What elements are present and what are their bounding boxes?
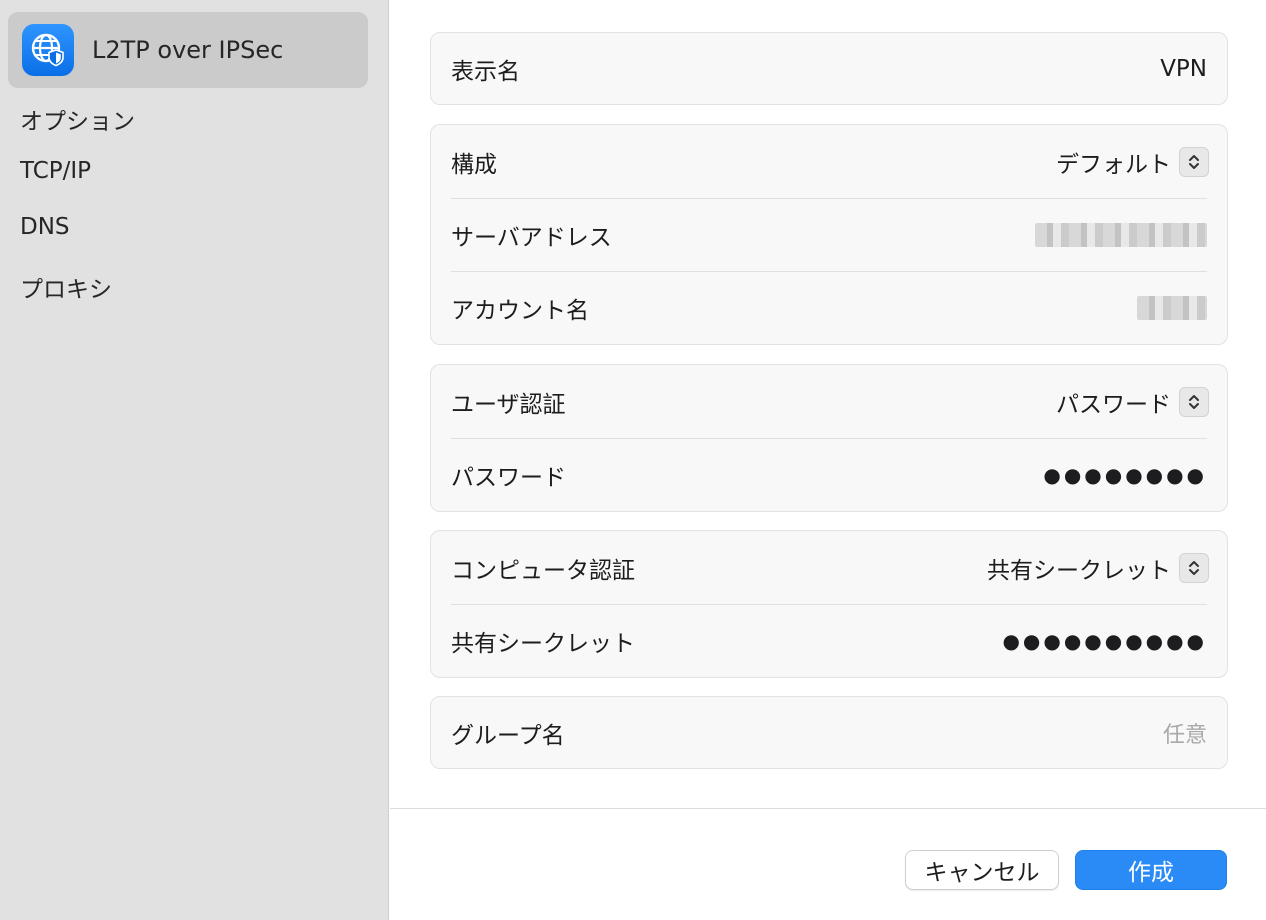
sidebar-item-proxy[interactable]: プロキシ xyxy=(20,270,112,304)
vpn-settings-form: 表示名 VPN 構成 デフォルト サーバアドレス アカウント名 ユーザ認証 パス… xyxy=(390,0,1266,920)
group-name-row: グループ名 任意 xyxy=(431,697,1227,768)
chevron-updown-icon[interactable] xyxy=(1179,552,1209,583)
shared-secret-label: 共有シークレット xyxy=(451,630,635,657)
configuration-card: 構成 デフォルト サーバアドレス アカウント名 xyxy=(430,124,1228,345)
configuration-label: 構成 xyxy=(451,151,497,178)
configuration-popup[interactable]: デフォルト xyxy=(1056,145,1209,179)
sidebar-item-tcpip[interactable]: TCP/IP xyxy=(20,158,91,184)
group-name-card: グループ名 任意 xyxy=(430,696,1228,769)
create-button[interactable]: 作成 xyxy=(1075,850,1227,890)
shared-secret-field[interactable]: ●●●●●●●●●● xyxy=(1002,629,1207,653)
machine-auth-card: コンピュータ認証 共有シークレット 共有シークレット ●●●●●●●●●● xyxy=(430,530,1228,678)
server-address-field[interactable] xyxy=(1035,222,1207,247)
password-field[interactable]: ●●●●●●●● xyxy=(1043,463,1207,487)
display-name-card: 表示名 VPN xyxy=(430,32,1228,105)
user-auth-popup[interactable]: パスワード xyxy=(1056,385,1209,419)
user-auth-label: ユーザ認証 xyxy=(451,391,566,418)
group-name-field[interactable]: 任意 xyxy=(1163,717,1207,749)
chevron-updown-icon[interactable] xyxy=(1179,146,1209,177)
cancel-button[interactable]: キャンセル xyxy=(905,850,1059,890)
sidebar-item-label: L2TP over IPSec xyxy=(92,36,284,64)
user-auth-row: ユーザ認証 パスワード xyxy=(431,365,1227,438)
account-name-field[interactable] xyxy=(1137,295,1207,320)
password-row: パスワード ●●●●●●●● xyxy=(431,438,1227,511)
account-name-label: アカウント名 xyxy=(451,297,589,324)
shared-secret-row: 共有シークレット ●●●●●●●●●● xyxy=(431,604,1227,677)
display-name-label: 表示名 xyxy=(451,58,520,85)
user-auth-value: パスワード xyxy=(1056,391,1171,418)
sidebar: L2TP over IPSec オプション TCP/IP DNS プロキシ xyxy=(0,0,389,920)
server-address-row: サーバアドレス xyxy=(431,198,1227,271)
configuration-value: デフォルト xyxy=(1056,151,1171,178)
machine-auth-row: コンピュータ認証 共有シークレット xyxy=(431,531,1227,604)
sidebar-item-options[interactable]: オプション xyxy=(20,102,135,136)
chevron-updown-icon[interactable] xyxy=(1179,386,1209,417)
group-name-label: グループ名 xyxy=(451,722,565,749)
machine-auth-value: 共有シークレット xyxy=(987,557,1171,584)
configuration-row: 構成 デフォルト xyxy=(431,125,1227,198)
display-name-field[interactable]: VPN xyxy=(1160,56,1207,82)
footer-divider xyxy=(390,808,1266,809)
sidebar-item-l2tp[interactable]: L2TP over IPSec xyxy=(8,12,368,88)
password-label: パスワード xyxy=(451,464,566,491)
sidebar-item-dns[interactable]: DNS xyxy=(20,214,70,240)
machine-auth-popup[interactable]: 共有シークレット xyxy=(987,551,1209,585)
user-auth-card: ユーザ認証 パスワード パスワード ●●●●●●●● xyxy=(430,364,1228,512)
globe-shield-icon xyxy=(22,24,74,76)
machine-auth-label: コンピュータ認証 xyxy=(451,557,635,584)
account-name-row: アカウント名 xyxy=(431,271,1227,344)
server-address-label: サーバアドレス xyxy=(451,224,612,251)
display-name-row[interactable]: 表示名 VPN xyxy=(431,33,1227,104)
